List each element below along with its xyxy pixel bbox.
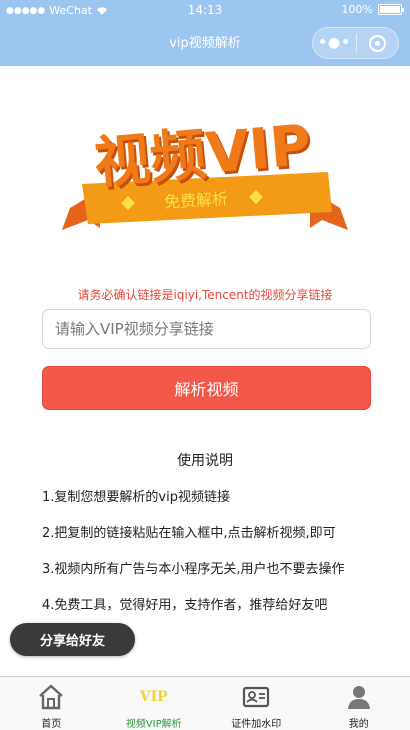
vip-logo: 视频VIP 视频VIP 免费解析 (60, 108, 350, 243)
tab-label: 首页 (41, 719, 62, 730)
tab-label: 视频VIP解析 (125, 719, 182, 730)
instructions-title: 使用说明 (177, 453, 233, 469)
mini-program-capsule: •●• (312, 27, 399, 59)
tab-video-vip[interactable]: VIP 视频VIP解析 (103, 677, 206, 730)
battery-icon (378, 4, 404, 15)
mini-program-close-icon (369, 34, 386, 52)
vip-icon: VIP (139, 683, 169, 711)
link-notice: 请务必确认链接是iqiyi,Tencent的视频分享链接 (77, 288, 333, 302)
top-bar: ●●●●● WeChat 14:13 100% vip视频解析 •●• (0, 0, 410, 66)
home-icon (36, 683, 66, 711)
logo-ribbon-text: 免费解析 (164, 189, 229, 211)
more-dots-icon[interactable]: •●• (313, 35, 356, 51)
vip-logo-graphic: 视频VIP 视频VIP 免费解析 (62, 113, 348, 230)
instruction-item: 1.复制您想要解析的vip视频链接 (42, 490, 230, 505)
tab-home[interactable]: 首页 (0, 677, 103, 730)
video-link-input[interactable] (43, 310, 370, 348)
parse-video-button[interactable]: 解析视频 (42, 366, 371, 410)
tab-id-watermark[interactable]: 证件加水印 (205, 677, 308, 730)
tab-label: 证件加水印 (231, 719, 282, 730)
mini-program-close-button[interactable] (357, 34, 398, 52)
instruction-item: 3.视频内所有广告与本小程序无关,用户也不要去操作 (42, 562, 345, 577)
user-icon (344, 683, 374, 711)
battery-percent: 100% (341, 3, 373, 16)
instruction-item: 2.把复制的链接粘贴在输入框中,点击解析视频,即可 (42, 526, 336, 541)
tab-mine[interactable]: 我的 (308, 677, 410, 730)
tab-bar: 首页 VIP 视频VIP解析 证件加水印 我的 (0, 676, 410, 730)
video-link-field (42, 309, 371, 349)
status-bar: ●●●●● WeChat 14:13 100% (0, 0, 410, 22)
instruction-item: 4.免费工具，觉得好用，支持作者，推荐给好友吧 (42, 598, 328, 613)
tab-label: 我的 (348, 719, 369, 730)
id-card-icon (241, 683, 271, 711)
share-to-friends-button[interactable]: 分享给好友 (10, 623, 135, 656)
vip-icon-text: VIP (139, 689, 168, 705)
